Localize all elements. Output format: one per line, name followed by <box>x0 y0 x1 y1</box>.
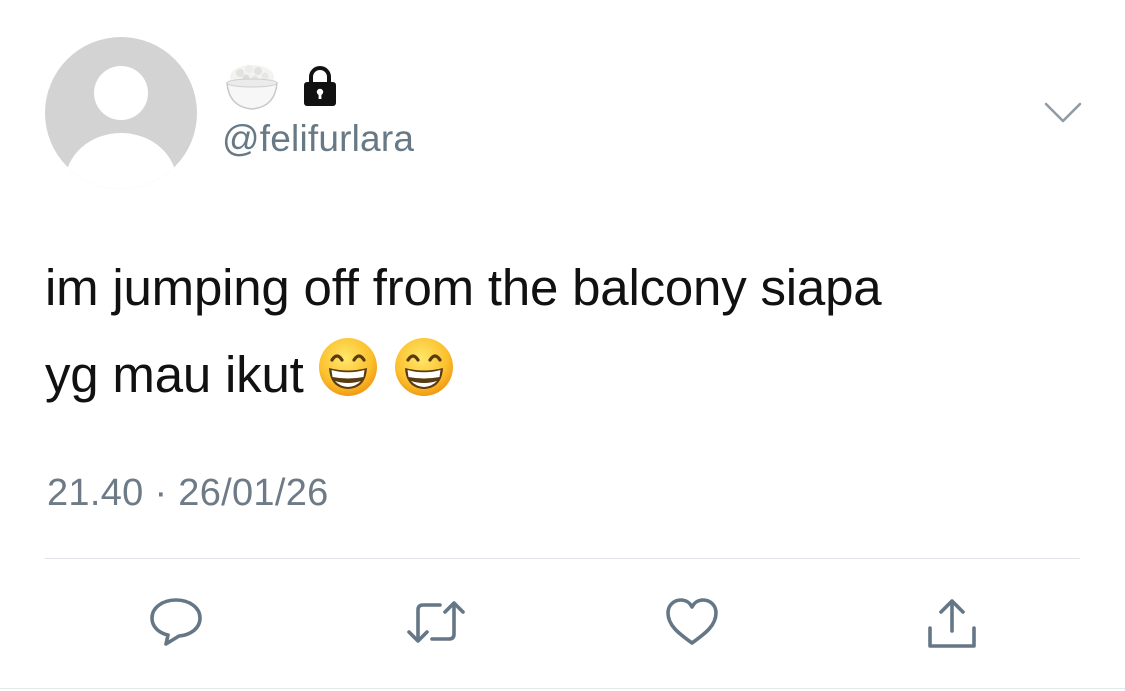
share-icon[interactable] <box>924 596 980 657</box>
reply-icon[interactable] <box>148 596 204 653</box>
tweet-text-line-1: im jumping off from the balcony siapa <box>45 259 882 316</box>
tweet-text-line-2: yg mau ikut <box>45 346 304 403</box>
avatar-body-shape <box>65 133 177 189</box>
rice-bowl-icon <box>222 59 282 118</box>
chevron-down-icon[interactable] <box>1043 100 1083 131</box>
timestamp[interactable]: 21.40 · 26/01/26 <box>47 472 329 515</box>
like-icon[interactable] <box>664 596 720 653</box>
bottom-divider <box>0 688 1125 689</box>
avatar[interactable] <box>45 37 197 189</box>
avatar-head-shape <box>94 66 148 120</box>
display-name[interactable] <box>222 62 340 114</box>
grinning-face-icon <box>316 335 380 425</box>
retweet-icon[interactable] <box>404 596 468 653</box>
lock-icon <box>300 65 340 112</box>
username[interactable]: @felifurlara <box>222 118 414 160</box>
grinning-face-icon <box>392 335 456 425</box>
divider <box>45 558 1080 559</box>
tweet-text: im jumping off from the balcony siapa yg… <box>45 244 1085 425</box>
